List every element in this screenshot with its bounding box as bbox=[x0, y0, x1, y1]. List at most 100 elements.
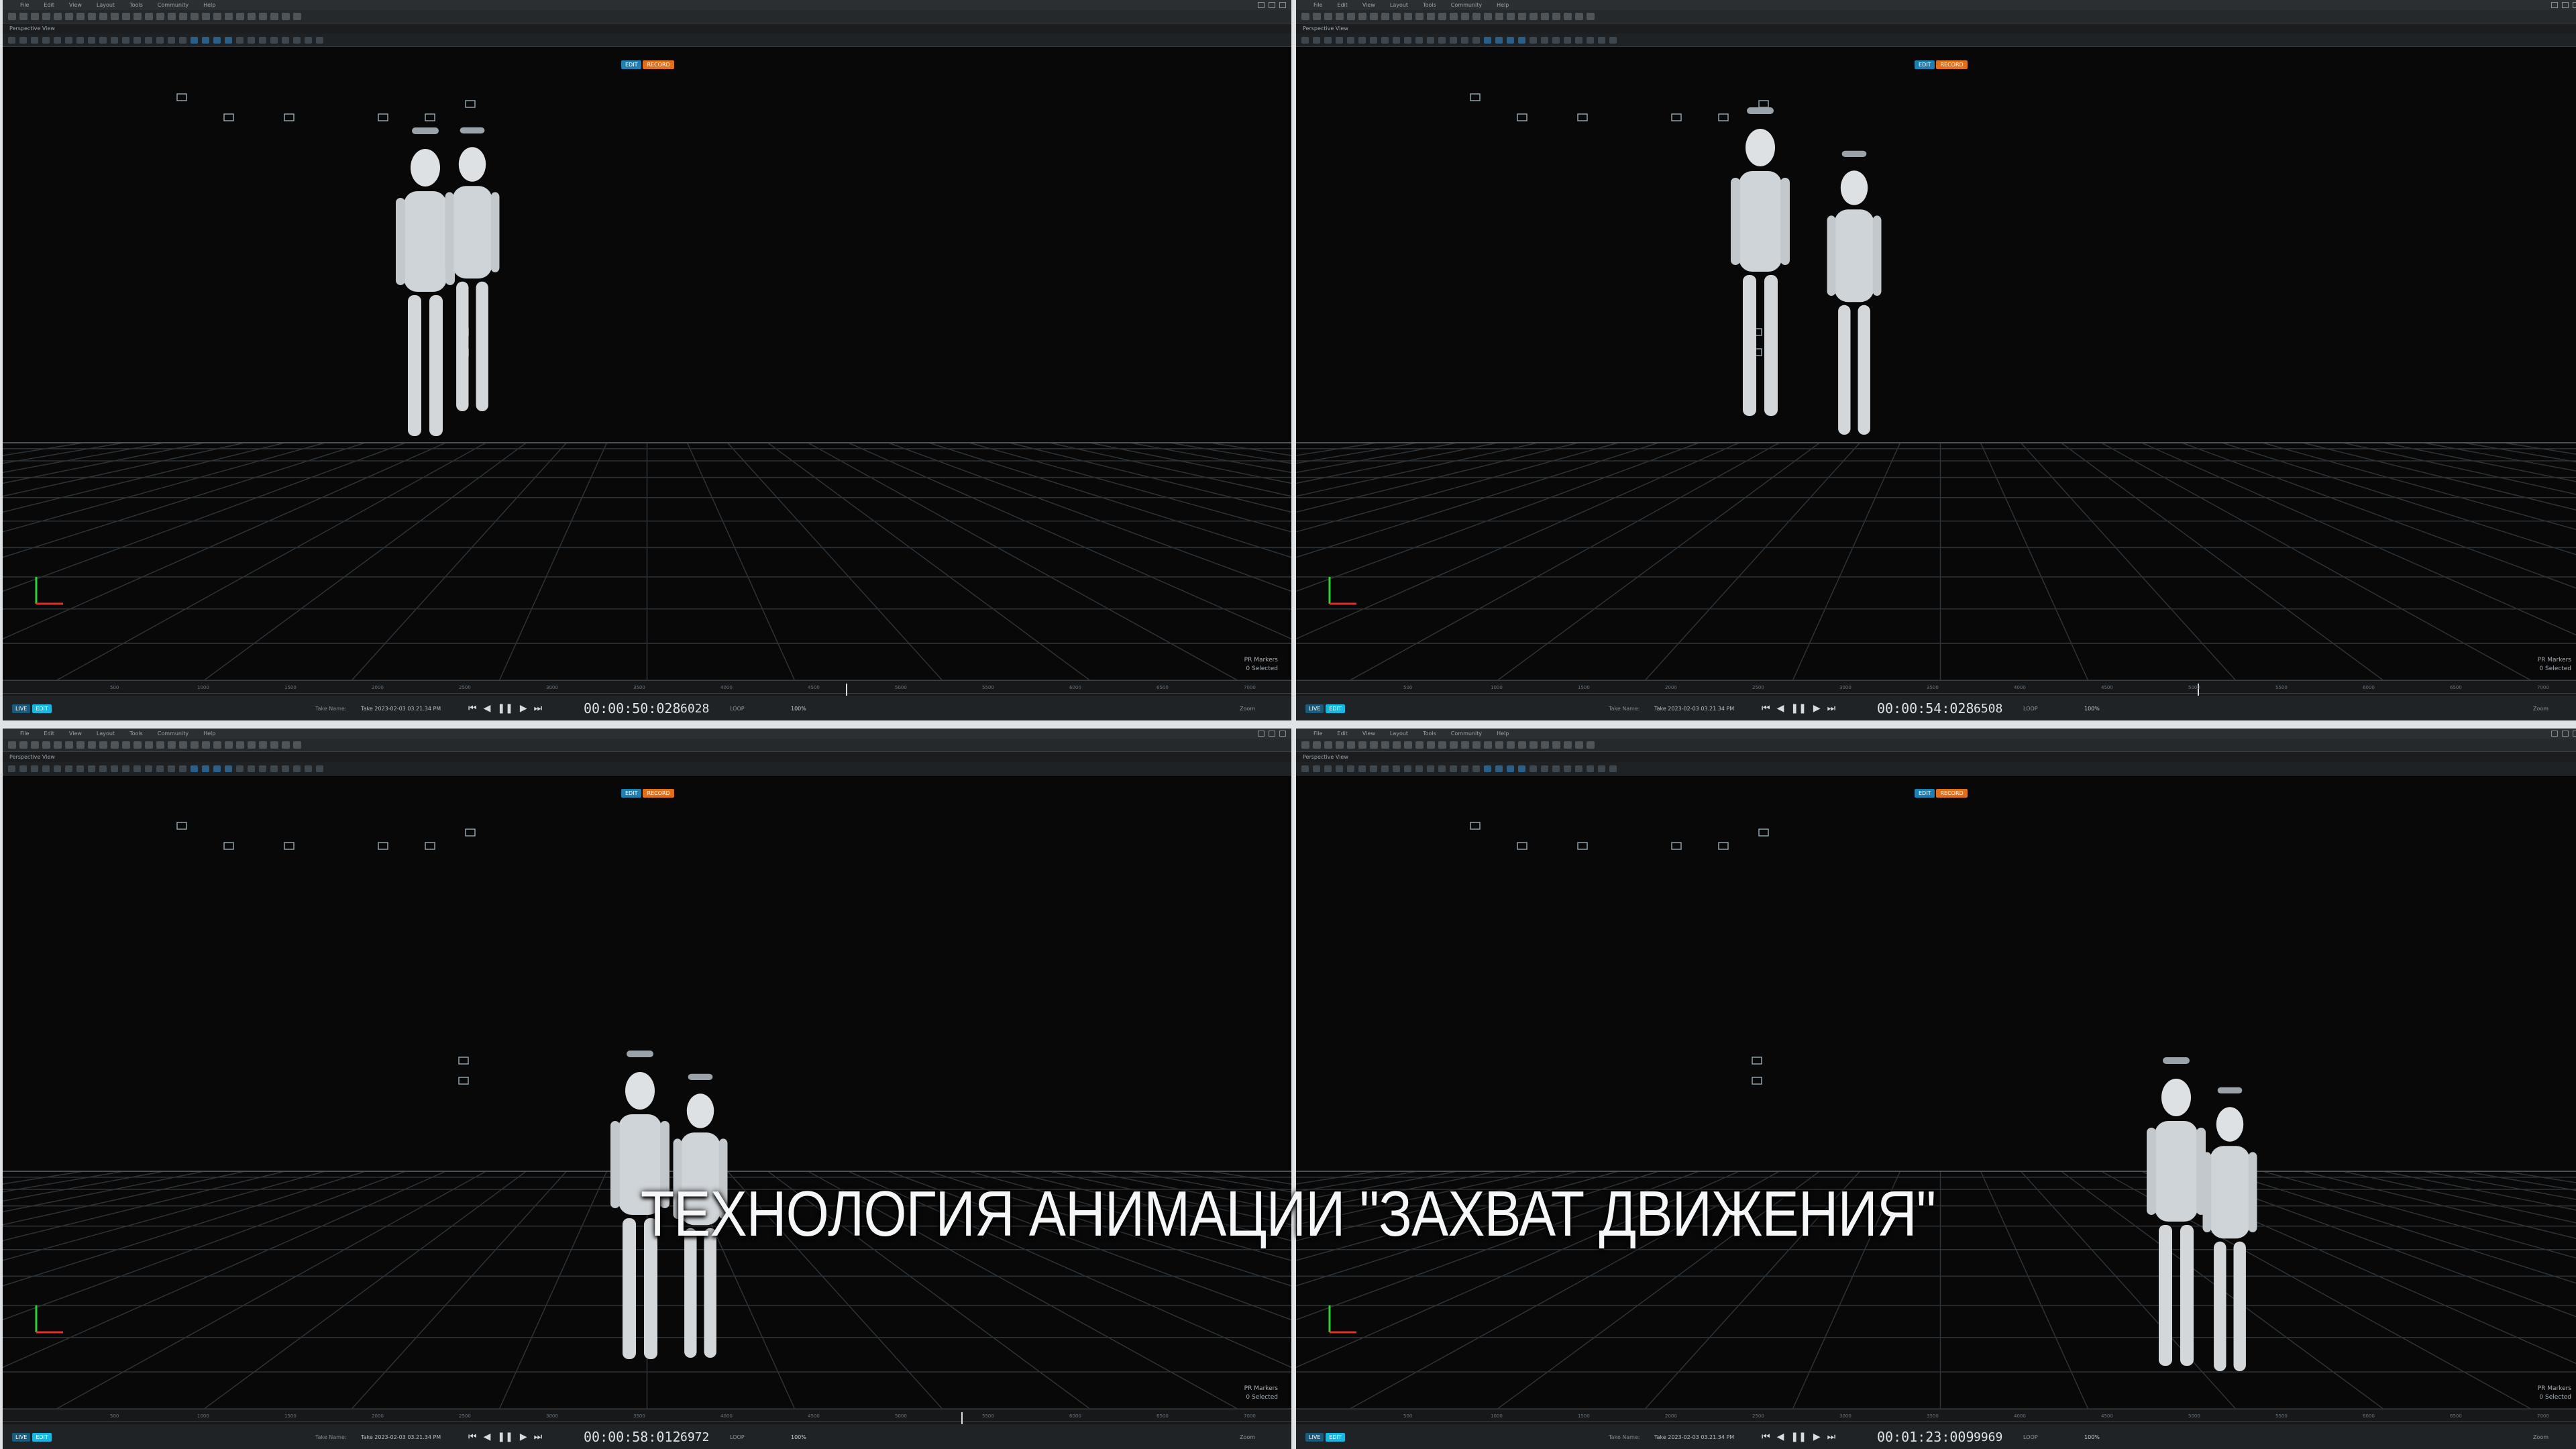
toolbar-tool-icon[interactable] bbox=[1404, 741, 1412, 749]
viewport-tool-icon[interactable] bbox=[225, 765, 232, 772]
viewport-tool-icon[interactable] bbox=[1438, 36, 1446, 44]
camera-marker[interactable] bbox=[1470, 93, 1481, 101]
skip-to-end-icon[interactable]: ⏭ bbox=[534, 1432, 543, 1442]
toolbar-tool-icon[interactable] bbox=[1336, 741, 1344, 749]
camera-marker[interactable] bbox=[378, 113, 388, 121]
minimize-icon[interactable] bbox=[1258, 731, 1265, 737]
skip-to-end-icon[interactable]: ⏭ bbox=[1827, 1432, 1836, 1442]
viewport-tool-icon[interactable] bbox=[54, 36, 61, 44]
viewport-tool-icon[interactable] bbox=[1358, 36, 1366, 44]
toolbar-tool-icon[interactable] bbox=[1393, 741, 1401, 749]
toolbar-tool-icon[interactable] bbox=[1415, 13, 1424, 20]
skip-to-start-icon[interactable]: ⏮ bbox=[468, 1432, 477, 1442]
minimize-icon[interactable] bbox=[2551, 2, 2558, 8]
toolbar-tool-icon[interactable] bbox=[213, 13, 221, 20]
viewport-tool-icon[interactable] bbox=[1575, 765, 1582, 772]
close-icon[interactable] bbox=[2573, 731, 2576, 737]
toolbar-tool-icon[interactable] bbox=[1575, 13, 1583, 20]
camera-marker[interactable] bbox=[176, 93, 187, 101]
toolbar-tool-icon[interactable] bbox=[1575, 741, 1583, 749]
viewport-tool-icon[interactable] bbox=[111, 36, 118, 44]
camera-marker[interactable] bbox=[1671, 842, 1682, 850]
viewport-tool-icon[interactable] bbox=[65, 36, 72, 44]
edit-button[interactable]: EDIT bbox=[1326, 704, 1345, 713]
step-back-icon[interactable]: ◀ bbox=[484, 703, 491, 714]
viewport-tool-icon[interactable] bbox=[191, 36, 198, 44]
viewport-tool-icon[interactable] bbox=[156, 765, 164, 772]
camera-marker[interactable] bbox=[1577, 842, 1588, 850]
menu-file[interactable]: File bbox=[20, 731, 29, 737]
live-button[interactable]: LIVE bbox=[12, 1432, 31, 1442]
playback-speed[interactable]: 100% bbox=[791, 706, 806, 712]
viewport-tool-icon[interactable] bbox=[1575, 36, 1582, 44]
toolbar-tool-icon[interactable] bbox=[111, 741, 119, 749]
menu-edit[interactable]: Edit bbox=[1337, 2, 1348, 8]
camera-marker[interactable] bbox=[1577, 113, 1588, 121]
toolbar-tool-icon[interactable] bbox=[248, 741, 256, 749]
menu-file[interactable]: File bbox=[1313, 731, 1322, 737]
toolbar-tool-icon[interactable] bbox=[133, 13, 142, 20]
edit-button[interactable]: EDIT bbox=[1326, 1432, 1345, 1442]
viewport-tool-icon[interactable] bbox=[1370, 765, 1377, 772]
viewport-tool-icon[interactable] bbox=[19, 36, 27, 44]
toolbar-tool-icon[interactable] bbox=[65, 13, 73, 20]
toolbar-tool-icon[interactable] bbox=[145, 741, 153, 749]
frame-number[interactable]: 9969 bbox=[1974, 1430, 2002, 1444]
viewport-tool-icon[interactable] bbox=[1495, 36, 1503, 44]
toolbar-tool-icon[interactable] bbox=[1381, 13, 1389, 20]
toolbar-tool-icon[interactable] bbox=[191, 741, 199, 749]
pause-icon[interactable]: ❚❚ bbox=[1790, 1432, 1806, 1442]
toolbar-tool-icon[interactable] bbox=[1370, 741, 1378, 749]
toolbar-tool-icon[interactable] bbox=[259, 741, 267, 749]
viewport-tool-icon[interactable] bbox=[1609, 36, 1617, 44]
frame-number[interactable]: 6972 bbox=[680, 1430, 709, 1444]
menu-view[interactable]: View bbox=[69, 731, 82, 737]
viewport-tool-icon[interactable] bbox=[1598, 36, 1605, 44]
toolbar-tool-icon[interactable] bbox=[1370, 13, 1378, 20]
toolbar-tool-icon[interactable] bbox=[1427, 13, 1435, 20]
menu-edit[interactable]: Edit bbox=[44, 2, 54, 8]
toolbar-tool-icon[interactable] bbox=[1564, 741, 1572, 749]
toolbar-tool-icon[interactable] bbox=[1541, 741, 1549, 749]
toolbar-tool-icon[interactable] bbox=[65, 741, 73, 749]
viewport-tool-icon[interactable] bbox=[1358, 765, 1366, 772]
loop-toggle[interactable]: LOOP bbox=[2023, 1434, 2038, 1440]
actor-figure[interactable] bbox=[1827, 150, 1882, 435]
viewport-tool-icon[interactable] bbox=[156, 36, 164, 44]
skip-to-end-icon[interactable]: ⏭ bbox=[534, 703, 543, 714]
viewport-tool-icon[interactable] bbox=[1587, 765, 1594, 772]
viewport-tool-icon[interactable] bbox=[54, 765, 61, 772]
menu-view[interactable]: View bbox=[1362, 731, 1375, 737]
camera-marker[interactable] bbox=[458, 1057, 469, 1065]
viewport-tool-icon[interactable] bbox=[1541, 765, 1548, 772]
viewport-tool-icon[interactable] bbox=[1336, 765, 1343, 772]
toolbar-tool-icon[interactable] bbox=[133, 741, 142, 749]
toolbar-tool-icon[interactable] bbox=[156, 741, 164, 749]
toolbar-tool-icon[interactable] bbox=[42, 741, 50, 749]
toolbar-tool-icon[interactable] bbox=[122, 13, 130, 20]
viewport-tool-icon[interactable] bbox=[1461, 765, 1468, 772]
menu-edit[interactable]: Edit bbox=[1337, 731, 1348, 737]
toolbar-tool-icon[interactable] bbox=[145, 13, 153, 20]
menu-file[interactable]: File bbox=[20, 2, 29, 8]
viewport-tool-icon[interactable] bbox=[42, 36, 50, 44]
viewport-tool-icon[interactable] bbox=[293, 36, 301, 44]
live-button[interactable]: LIVE bbox=[12, 704, 31, 713]
camera-marker[interactable] bbox=[284, 113, 294, 121]
camera-marker[interactable] bbox=[176, 822, 187, 830]
playback-speed[interactable]: 100% bbox=[2084, 706, 2100, 712]
timeline-ruler[interactable]: 500 1000 1500 2000 2500 3000 3500 4000 4500 5000 5… bbox=[3, 681, 1291, 696]
toolbar-tool-icon[interactable] bbox=[1415, 741, 1424, 749]
viewport-tool-icon[interactable] bbox=[1484, 36, 1491, 44]
toolbar-tool-icon[interactable] bbox=[156, 13, 164, 20]
viewport-tool-icon[interactable] bbox=[1518, 765, 1525, 772]
menu-help[interactable]: Help bbox=[1497, 731, 1509, 737]
viewport-tool-icon[interactable] bbox=[1564, 36, 1571, 44]
toolbar-tool-icon[interactable] bbox=[99, 13, 107, 20]
toolbar-tool-icon[interactable] bbox=[1450, 741, 1458, 749]
close-icon[interactable] bbox=[1279, 731, 1286, 737]
camera-marker[interactable] bbox=[1517, 113, 1527, 121]
camera-marker[interactable] bbox=[1718, 842, 1729, 850]
viewport-tool-icon[interactable] bbox=[202, 765, 209, 772]
toolbar-tool-icon[interactable] bbox=[31, 13, 39, 20]
